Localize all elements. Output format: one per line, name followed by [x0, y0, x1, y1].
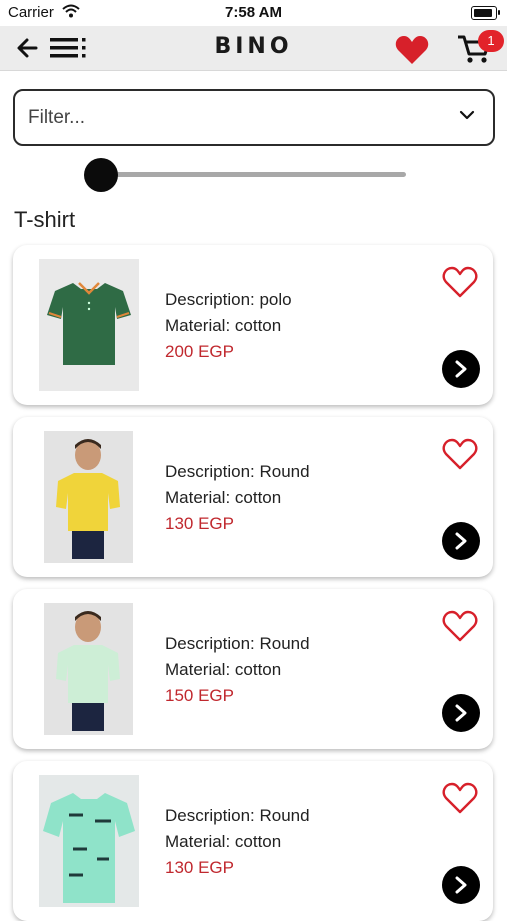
- product-card[interactable]: Description: Round Material: cotton 150 …: [13, 589, 493, 749]
- heart-outline-icon[interactable]: [441, 265, 479, 299]
- product-description: Description: Round: [165, 462, 310, 481]
- filter-placeholder: Filter...: [28, 107, 86, 128]
- status-bar: Carrier 7:58 AM: [0, 0, 507, 26]
- product-card[interactable]: Description: polo Material: cotton 200 E…: [13, 245, 493, 405]
- product-price: 130 EGP: [165, 514, 234, 533]
- chevron-right-icon: [455, 876, 467, 894]
- favorites-heart-icon[interactable]: [394, 34, 430, 66]
- view-details-button[interactable]: [442, 522, 480, 560]
- product-card[interactable]: Description: Round Material: cotton 130 …: [13, 417, 493, 577]
- chevron-right-icon: [455, 704, 467, 722]
- product-material: Material: cotton: [165, 316, 282, 335]
- view-details-button[interactable]: [442, 694, 480, 732]
- product-price: 130 EGP: [165, 858, 234, 877]
- product-description: Description: polo: [165, 290, 292, 309]
- chevron-down-icon: [459, 110, 475, 120]
- view-details-button[interactable]: [442, 350, 480, 388]
- product-price: 150 EGP: [165, 686, 234, 705]
- cart-count-badge: 1: [478, 30, 504, 52]
- chevron-right-icon: [455, 532, 467, 550]
- product-image: [44, 603, 133, 735]
- product-image: [39, 775, 139, 907]
- product-material: Material: cotton: [165, 660, 282, 679]
- product-description: Description: Round: [165, 806, 310, 825]
- clock: 7:58 AM: [225, 4, 282, 21]
- view-details-button[interactable]: [442, 866, 480, 904]
- product-image: [44, 431, 133, 563]
- product-price: 200 EGP: [165, 342, 234, 361]
- product-description: Description: Round: [165, 634, 310, 653]
- brand-logo[interactable]: BINO: [0, 34, 507, 59]
- product-material: Material: cotton: [165, 488, 282, 507]
- heart-outline-icon[interactable]: [441, 437, 479, 471]
- product-card[interactable]: Description: Round Material: cotton 130 …: [13, 761, 493, 921]
- filter-dropdown[interactable]: Filter...: [13, 89, 495, 146]
- heart-outline-icon[interactable]: [441, 781, 479, 815]
- chevron-right-icon: [455, 360, 467, 378]
- product-image: [39, 259, 139, 391]
- product-material: Material: cotton: [165, 832, 282, 851]
- heart-outline-icon[interactable]: [441, 609, 479, 643]
- category-title: T-shirt: [14, 207, 76, 232]
- price-slider-thumb[interactable]: [84, 158, 118, 192]
- top-bar: BINO 1: [0, 26, 507, 71]
- battery-icon: [471, 6, 500, 20]
- price-slider-track[interactable]: [101, 172, 406, 177]
